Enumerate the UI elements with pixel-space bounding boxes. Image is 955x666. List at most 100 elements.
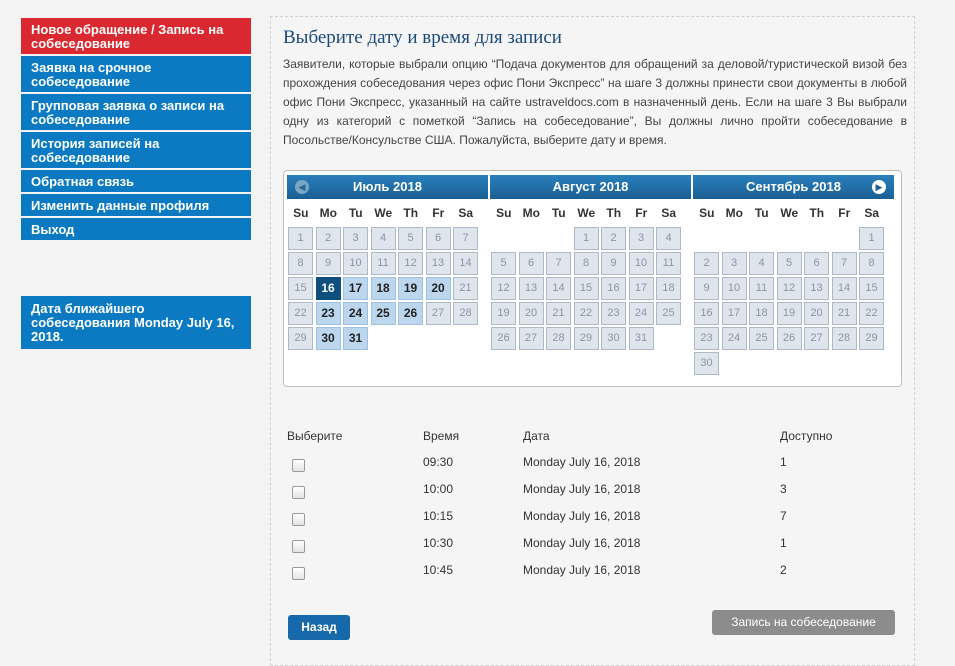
- calendar-day-available[interactable]: 23: [315, 302, 341, 325]
- calendar-day: 22: [859, 302, 884, 325]
- slot-checkbox[interactable]: [292, 459, 305, 472]
- weekday-label: Sa: [864, 206, 880, 220]
- weekday-label: Th: [809, 206, 825, 220]
- calendar-day: 13: [518, 277, 544, 300]
- instructions-text: Заявители, которые выбрали опцию “Подача…: [283, 57, 907, 147]
- calendar-day: 30: [601, 327, 626, 350]
- calendar-day-available[interactable]: 24: [343, 302, 368, 325]
- month-header: Август 2018: [490, 175, 691, 199]
- calendar-day: 12: [776, 277, 802, 300]
- calendar-day: 8: [573, 252, 599, 275]
- sidebar-item-urgent-appointment[interactable]: Заявка на срочное собеседование: [21, 56, 251, 92]
- weekday-label: We: [577, 206, 596, 220]
- slot-time: 10:15: [423, 509, 454, 523]
- slot-checkbox[interactable]: [292, 513, 305, 526]
- calendar-day: 8: [288, 252, 313, 275]
- calendar-day: 18: [749, 302, 774, 325]
- calendar-day: 7: [453, 227, 478, 250]
- calendar-day: 15: [573, 277, 599, 300]
- calendar-day: 10: [343, 252, 368, 275]
- main-panel: Выберите дату и время для записи Заявите…: [270, 16, 915, 666]
- calendar-day: 3: [721, 252, 747, 275]
- slot-checkbox[interactable]: [292, 540, 305, 553]
- weekday-label: Th: [403, 206, 419, 220]
- weekday-header-row: Su Mo Tu We Th Fr Sa: [693, 203, 894, 223]
- sidebar-item-appointment-history[interactable]: История записей на собеседование: [21, 132, 251, 168]
- calendar-day: 13: [425, 252, 451, 275]
- calendar-day-available[interactable]: 26: [398, 302, 423, 325]
- weekday-label: Su: [496, 206, 512, 220]
- calendar-day: 28: [831, 327, 857, 350]
- calendar-day: 8: [859, 252, 884, 275]
- calendar-day: 6: [425, 227, 451, 250]
- calendar-day: 19: [776, 302, 802, 325]
- calendar-day: 17: [721, 302, 747, 325]
- calendar-day: 29: [859, 327, 884, 350]
- chevron-right-icon[interactable]: ▶: [872, 180, 886, 194]
- calendar-day: 29: [288, 327, 313, 350]
- calendar-day: 22: [288, 302, 313, 325]
- calendar-day: 12: [398, 252, 423, 275]
- calendar-day-selected[interactable]: 16: [315, 277, 341, 300]
- column-header-time: Время: [423, 429, 460, 443]
- calendar-day: 28: [546, 327, 571, 350]
- sidebar-item-edit-profile[interactable]: Изменить данные профиля: [21, 194, 251, 216]
- month-title: Сентябрь 2018: [746, 179, 841, 194]
- weekday-label: Mo: [725, 206, 743, 220]
- calendar-day: 16: [601, 277, 626, 300]
- calendar-day: 18: [656, 277, 681, 300]
- calendar-day-available[interactable]: 31: [343, 327, 368, 350]
- weekday-header-row: Su Mo Tu We Th Fr Sa: [490, 203, 691, 223]
- back-button[interactable]: Назад: [288, 615, 350, 640]
- calendar-day: 20: [518, 302, 544, 325]
- column-header-select: Выберите: [287, 429, 343, 443]
- calendar-day: 14: [453, 252, 478, 275]
- calendar-day-available[interactable]: 30: [315, 327, 341, 350]
- calendar-day: 10: [628, 252, 654, 275]
- slot-time: 09:30: [423, 455, 454, 469]
- calendar-day: 30: [694, 352, 719, 375]
- calendar-day-available[interactable]: 18: [370, 277, 396, 300]
- sidebar-item-feedback[interactable]: Обратная связь: [21, 170, 251, 192]
- calendar-day: 15: [859, 277, 884, 300]
- calendar-day: 6: [804, 252, 829, 275]
- calendar-day: 27: [425, 302, 451, 325]
- calendar-day: 11: [656, 252, 681, 275]
- chevron-left-icon[interactable]: ◀: [295, 180, 309, 194]
- calendar-day: 2: [694, 252, 719, 275]
- calendar-month: Август 2018 Su Mo Tu We Th Fr Sa 1 2 3 4 5 6 7 8 9 10 11 12…: [490, 175, 691, 350]
- slot-time: 10:45: [423, 563, 454, 577]
- calendar-day: 5: [776, 252, 802, 275]
- month-header: Сентябрь 2018 ▶: [693, 175, 894, 199]
- slot-date: Monday July 16, 2018: [523, 455, 641, 469]
- calendar-day: 25: [749, 327, 774, 350]
- column-header-date: Дата: [523, 429, 550, 443]
- slot-date: Monday July 16, 2018: [523, 482, 641, 496]
- slot-time: 10:00: [423, 482, 454, 496]
- calendar-day-available[interactable]: 19: [398, 277, 423, 300]
- calendar-day-available[interactable]: 25: [370, 302, 396, 325]
- calendar-day-available[interactable]: 17: [343, 277, 368, 300]
- month-title: Август 2018: [552, 179, 629, 194]
- calendar-day: 21: [453, 277, 478, 300]
- calendar-day: 1: [859, 227, 884, 250]
- sidebar-item-group-appointment[interactable]: Групповая заявка о записи на собеседован…: [21, 94, 251, 130]
- calendar-day: 25: [656, 302, 681, 325]
- sidebar-item-new-appointment[interactable]: Новое обращение / Запись на собеседовани…: [21, 18, 251, 54]
- calendar-day: 1: [573, 227, 599, 250]
- calendar-day: 11: [370, 252, 396, 275]
- sidebar-item-logout[interactable]: Выход: [21, 218, 251, 240]
- sidebar-nav: Новое обращение / Запись на собеседовани…: [21, 18, 251, 242]
- calendar-month: Июль 2018 ◀ Su Mo Tu We Th Fr Sa 1 2 3 4 5 6 7 8 9 10 11 12 1…: [287, 175, 488, 350]
- weekday-label: Tu: [348, 206, 363, 220]
- calendar-day: 31: [628, 327, 654, 350]
- calendar-day: 24: [721, 327, 747, 350]
- slot-checkbox[interactable]: [292, 567, 305, 580]
- slot-date: Monday July 16, 2018: [523, 536, 641, 550]
- slot-checkbox[interactable]: [292, 486, 305, 499]
- slot-available-count: 1: [780, 455, 787, 469]
- slot-available-count: 1: [780, 536, 787, 550]
- book-interview-button[interactable]: Запись на собеседование: [712, 610, 895, 635]
- calendar-day: 3: [343, 227, 368, 250]
- calendar-day-available[interactable]: 20: [425, 277, 451, 300]
